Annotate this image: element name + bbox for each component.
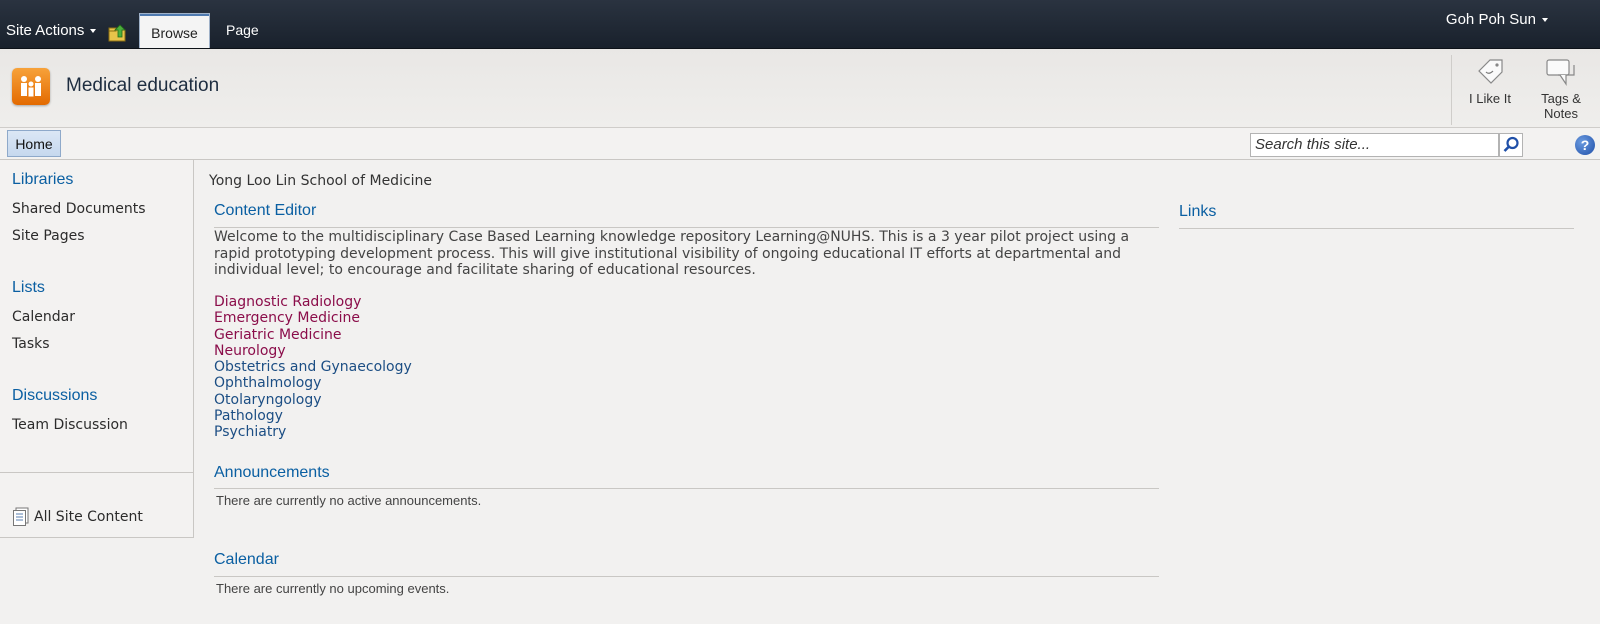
site-actions-label: Site Actions — [6, 22, 85, 39]
divider — [1179, 228, 1574, 229]
nav-item-site-pages[interactable]: Site Pages — [12, 228, 85, 244]
content-editor-title[interactable]: Content Editor — [214, 202, 316, 220]
tags-notes-label: Tags & Notes — [1541, 91, 1581, 121]
all-site-content-link[interactable]: All Site Content — [12, 507, 143, 527]
link-otolaryngology[interactable]: Otolaryngology — [214, 392, 412, 408]
all-site-content-label: All Site Content — [34, 509, 143, 525]
link-diagnostic-radiology[interactable]: Diagnostic Radiology — [214, 294, 412, 310]
link-neurology[interactable]: Neurology — [214, 343, 412, 359]
nav-item-team-discussion[interactable]: Team Discussion — [12, 417, 128, 433]
divider — [1451, 55, 1452, 125]
site-title[interactable]: Medical education — [66, 75, 219, 97]
nav-heading-lists[interactable]: Lists — [12, 279, 45, 297]
tab-browse[interactable]: Browse — [139, 13, 210, 48]
search-button[interactable] — [1499, 133, 1523, 157]
nav-item-tasks[interactable]: Tasks — [12, 336, 50, 352]
nav-item-shared-documents[interactable]: Shared Documents — [12, 201, 146, 217]
nav-heading-discussions[interactable]: Discussions — [12, 387, 97, 405]
link-geriatric-medicine[interactable]: Geriatric Medicine — [214, 327, 412, 343]
help-icon[interactable]: ? — [1575, 135, 1595, 155]
tag-note-icon — [1546, 59, 1575, 86]
divider — [0, 472, 193, 473]
chevron-down-icon — [90, 29, 97, 34]
announcements-title[interactable]: Announcements — [214, 464, 330, 482]
site-logo[interactable] — [12, 68, 50, 105]
page-title: Yong Loo Lin School of Medicine — [209, 173, 433, 189]
tab-page[interactable]: Page — [226, 22, 259, 38]
i-like-it-button[interactable]: I Like It — [1455, 57, 1525, 106]
document-list-icon — [13, 507, 29, 526]
user-name: Goh Poh Sun — [1445, 11, 1536, 28]
tab-home[interactable]: Home — [7, 130, 61, 157]
divider — [214, 227, 1159, 228]
user-menu[interactable]: Goh Poh Sun — [1446, 11, 1548, 28]
ribbon-bar: Site Actions Browse Page Goh Poh Sun — [0, 0, 1600, 49]
nav-heading-libraries[interactable]: Libraries — [12, 171, 73, 189]
title-area: Medical education — [0, 49, 1600, 128]
divider — [214, 576, 1159, 577]
announcements-empty-message: There are currently no active announceme… — [216, 493, 482, 508]
navigate-up-icon[interactable] — [108, 24, 128, 42]
divider — [214, 488, 1159, 489]
link-ophthalmology[interactable]: Ophthalmology — [214, 375, 412, 391]
link-psychiatry[interactable]: Psychiatry — [214, 424, 412, 440]
i-like-it-label: I Like It — [1469, 91, 1511, 106]
search-icon — [1503, 136, 1519, 152]
tags-notes-button[interactable]: Tags & Notes — [1526, 57, 1596, 121]
link-emergency-medicine[interactable]: Emergency Medicine — [214, 310, 412, 326]
quick-launch: Libraries Shared Documents Site Pages Li… — [0, 160, 194, 538]
welcome-text: Welcome to the multidisciplinary Case Ba… — [214, 229, 1130, 278]
nav-item-calendar[interactable]: Calendar — [12, 309, 75, 325]
link-obstetrics-gynaecology[interactable]: Obstetrics and Gynaecology — [214, 359, 412, 375]
calendar-title[interactable]: Calendar — [214, 551, 279, 569]
link-pathology[interactable]: Pathology — [214, 408, 412, 424]
department-links: Diagnostic Radiology Emergency Medicine … — [214, 294, 412, 441]
people-icon — [21, 76, 41, 97]
calendar-empty-message: There are currently no upcoming events. — [216, 581, 450, 596]
thumbs-up-tag-icon — [1478, 59, 1503, 84]
links-title[interactable]: Links — [1179, 203, 1216, 221]
search-input[interactable]: Search this site... — [1250, 133, 1499, 157]
site-actions-menu[interactable]: Site Actions — [6, 22, 97, 39]
chevron-down-icon — [1542, 18, 1548, 23]
